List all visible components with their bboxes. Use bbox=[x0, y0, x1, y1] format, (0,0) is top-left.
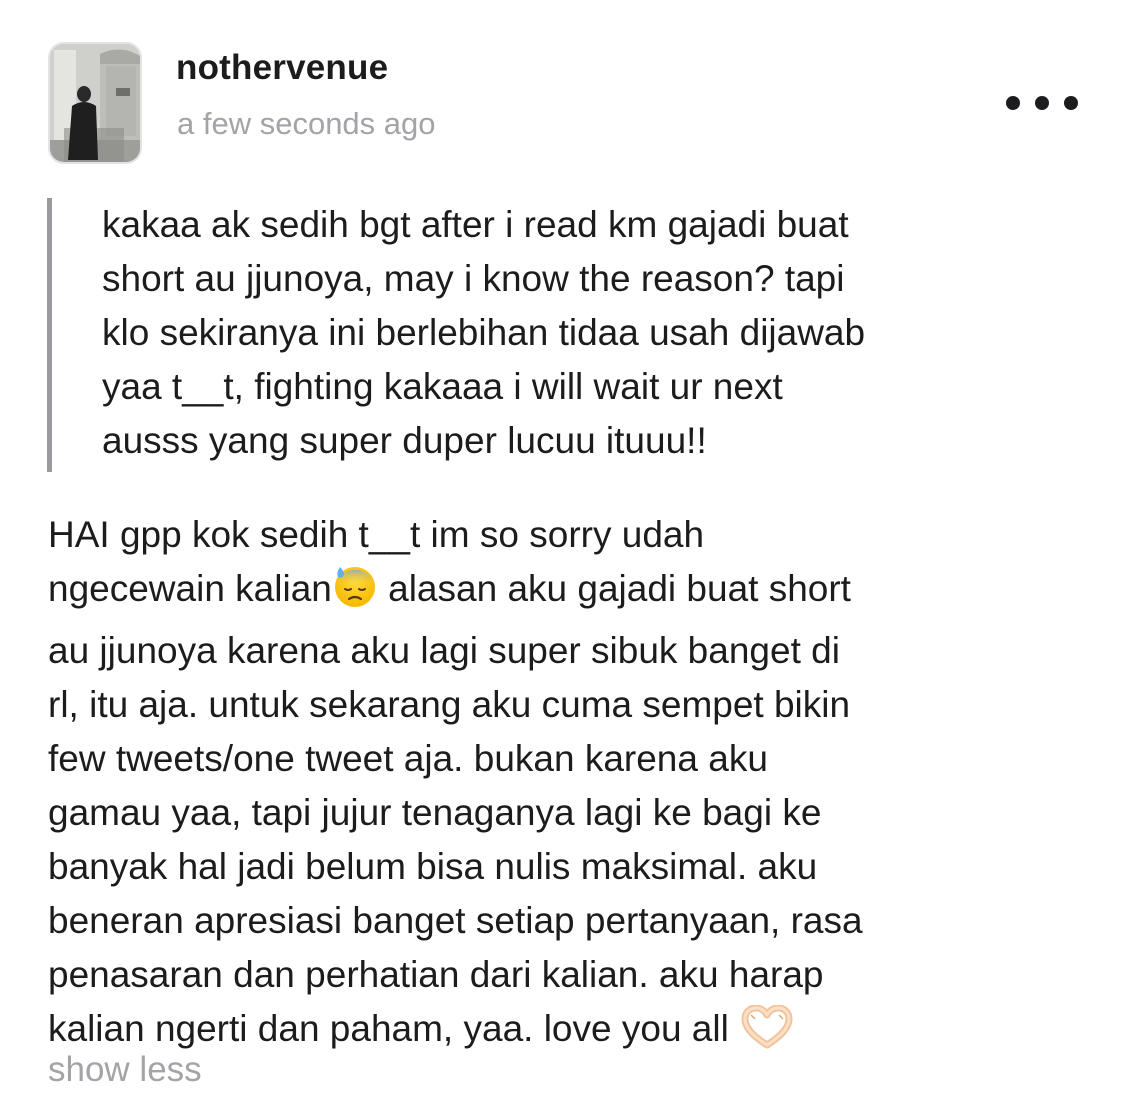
dot bbox=[1064, 96, 1078, 110]
answer-line-part: ngecewain kalian bbox=[48, 568, 332, 609]
answer-text: HAI gpp kok sedih t__t im so sorry udah … bbox=[48, 508, 1088, 1064]
profile-photo bbox=[50, 44, 140, 162]
answer-line: penasaran dan perhatian dari kalian. aku… bbox=[48, 954, 824, 995]
post-header: nothervenue a few seconds ago bbox=[48, 42, 1078, 167]
answer-line-part: kalian ngerti dan paham, yaa. love you a… bbox=[48, 1008, 729, 1049]
username[interactable]: nothervenue bbox=[176, 48, 388, 88]
show-less-button[interactable]: show less bbox=[48, 1050, 202, 1090]
question-line: kakaa ak sedih bgt after i read km gajad… bbox=[102, 204, 849, 245]
question-line: short au jjunoya, may i know the reason?… bbox=[102, 258, 845, 299]
question-line: klo sekiranya ini berlebihan tidaa usah … bbox=[102, 312, 866, 353]
timestamp: a few seconds ago bbox=[177, 106, 436, 141]
answer-line: HAI gpp kok sedih t__t im so sorry udah bbox=[48, 514, 705, 555]
answer-line: kalian ngerti dan paham, yaa. love you a… bbox=[48, 1002, 1088, 1064]
question-line: ausss yang super duper lucuu ituuu!! bbox=[102, 420, 707, 461]
answer-line: beneran apresiasi banget setiap pertanya… bbox=[48, 900, 863, 941]
answer-line: banyak hal jadi belum bisa nulis maksima… bbox=[48, 846, 818, 887]
downcast-sweat-emoji bbox=[332, 563, 378, 624]
answer-line: au jjunoya karena aku lagi super sibuk b… bbox=[48, 630, 840, 671]
answer-line: few tweets/one tweet aja. bukan karena a… bbox=[48, 738, 768, 779]
question-line: yaa t__t, fighting kakaaa i will wait ur… bbox=[102, 366, 783, 407]
avatar[interactable] bbox=[48, 42, 142, 164]
question-blockquote: kakaa ak sedih bgt after i read km gajad… bbox=[47, 198, 1077, 472]
dot bbox=[1035, 96, 1049, 110]
answer-line: gamau yaa, tapi jujur tenaganya lagi ke … bbox=[48, 792, 822, 833]
more-horizontal-icon[interactable] bbox=[1006, 86, 1078, 120]
dot bbox=[1006, 96, 1020, 110]
answer-line-part: alasan aku gajadi buat short bbox=[377, 568, 851, 609]
heart-hands-emoji bbox=[739, 1004, 795, 1064]
answer-line: rl, itu aja. untuk sekarang aku cuma sem… bbox=[48, 684, 851, 725]
answer-line: ngecewain kalian alasan aku gajadi buat … bbox=[48, 562, 1088, 624]
